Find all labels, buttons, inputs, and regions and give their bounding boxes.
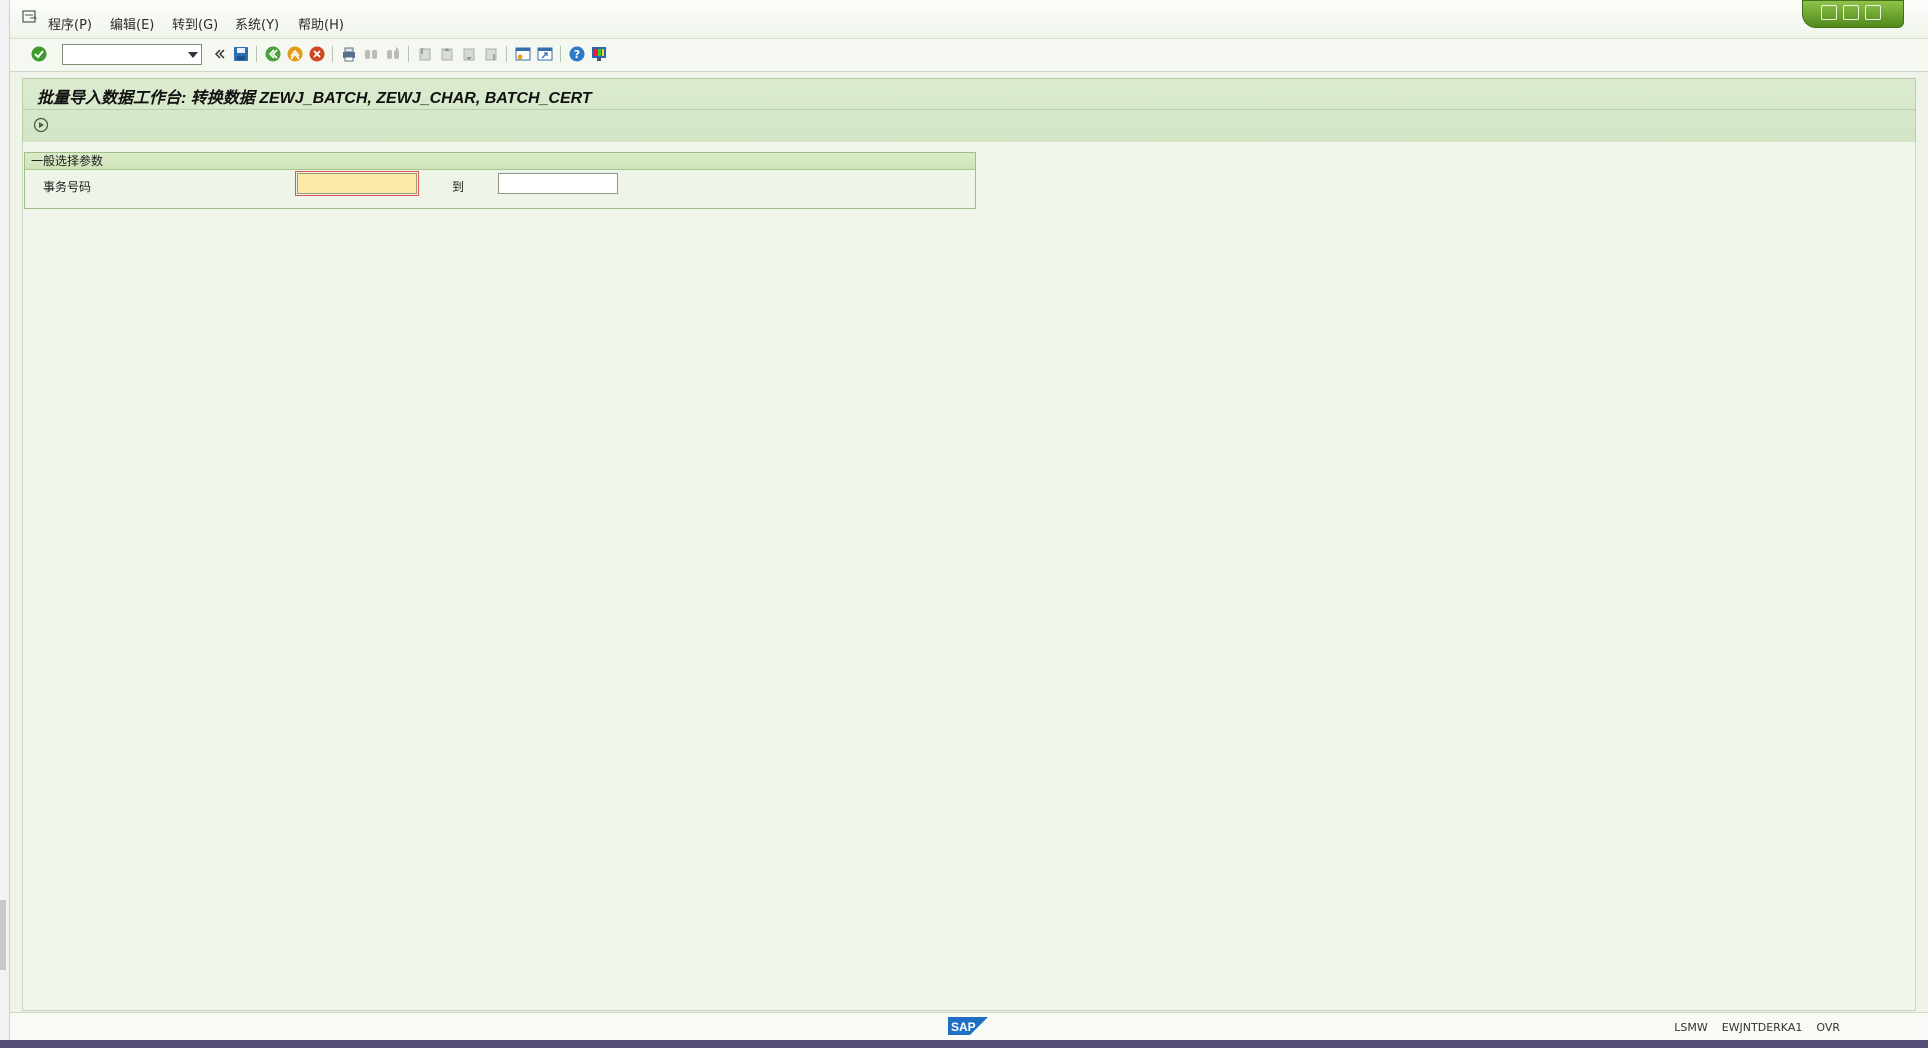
minimize-icon[interactable] (1821, 5, 1837, 20)
first-page-icon (416, 45, 434, 63)
enter-icon[interactable] (30, 45, 48, 63)
status-info: LSMW EWJNTDERKA1 OVR (1674, 1021, 1840, 1034)
selection-group: 一般选择参数 事务号码 到 (24, 152, 976, 209)
menu-system[interactable]: 系统(Y) (235, 14, 279, 33)
save-icon[interactable] (232, 45, 250, 63)
find-next-icon (384, 45, 402, 63)
next-page-icon (460, 45, 478, 63)
transaction-number-to-input[interactable] (499, 174, 617, 191)
menu-help[interactable]: 帮助(H) (298, 14, 344, 33)
menu-goto[interactable]: 转到(G) (172, 14, 218, 33)
left-frame-strip (0, 0, 10, 1040)
previous-page-icon (438, 45, 456, 63)
transaction-number-label: 事务号码 (43, 180, 92, 194)
transaction-number-from-input[interactable] (298, 174, 416, 191)
print-icon[interactable] (340, 45, 358, 63)
status-transaction[interactable]: LSMW (1674, 1021, 1707, 1034)
group-title: 一般选择参数 (31, 154, 104, 168)
to-label: 到 (452, 180, 465, 194)
cancel-icon[interactable] (308, 45, 326, 63)
standard-toolbar: ? (10, 39, 1928, 72)
layout-icon[interactable] (590, 45, 608, 63)
help-icon[interactable]: ? (568, 45, 586, 63)
status-bar: SAP LSMW EWJNTDERKA1 OVR (10, 1012, 1928, 1041)
menu-bar: 程序(P) 编辑(E) 转到(G) 系统(Y) 帮助(H) (10, 0, 1928, 39)
exit-icon[interactable] (286, 45, 304, 63)
title-area: 批量导入数据工作台: 转换数据 ZEWJ_BATCH, ZEWJ_CHAR, B… (22, 78, 1916, 144)
command-input[interactable] (63, 45, 189, 62)
page-title: 批量导入数据工作台: 转换数据 ZEWJ_BATCH, ZEWJ_CHAR, B… (37, 90, 592, 107)
back-green-icon[interactable] (264, 45, 282, 63)
back-icon[interactable] (210, 45, 228, 63)
resize-handle[interactable] (0, 900, 6, 970)
shortcut-icon[interactable] (536, 45, 554, 63)
find-icon (362, 45, 380, 63)
maximize-icon[interactable] (1843, 5, 1859, 20)
menu-edit[interactable]: 编辑(E) (110, 14, 154, 33)
transaction-number-to-field[interactable] (498, 173, 618, 194)
group-header: 一般选择参数 (25, 153, 975, 170)
svg-text:SAP: SAP (951, 1020, 976, 1034)
last-page-icon (482, 45, 500, 63)
chevron-down-icon[interactable] (188, 52, 198, 58)
menu-program[interactable]: 程序(P) (48, 14, 92, 33)
sap-logo-icon: SAP (948, 1017, 988, 1035)
status-server: EWJNTDERKA1 (1721, 1021, 1803, 1034)
content-area (22, 142, 1916, 1011)
close-icon[interactable] (1865, 5, 1881, 20)
execute-icon[interactable] (33, 117, 49, 133)
transaction-number-from-field[interactable] (295, 171, 419, 196)
command-field[interactable] (62, 44, 202, 65)
taskbar-edge (0, 1040, 1928, 1048)
menu-window-icon[interactable] (22, 10, 38, 24)
new-session-icon[interactable] (514, 45, 532, 63)
svg-text:?: ? (574, 48, 580, 61)
window-controls (1802, 0, 1904, 28)
status-mode[interactable]: OVR (1816, 1021, 1840, 1034)
